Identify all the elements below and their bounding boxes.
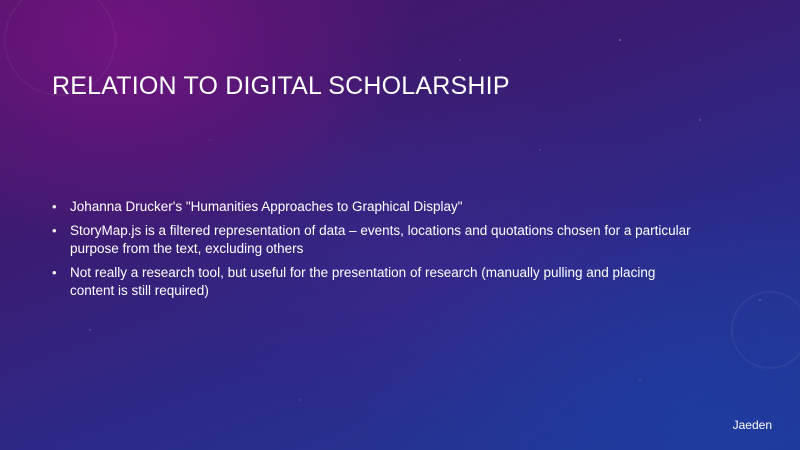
bullet-text: Not really a research tool, but useful f… — [70, 265, 656, 298]
bullet-item: • StoryMap.js is a filtered representati… — [52, 222, 692, 258]
bullet-text: StoryMap.js is a filtered representation… — [70, 223, 691, 256]
bullet-list: • Johanna Drucker's "Humanities Approach… — [52, 198, 692, 306]
star — [89, 329, 91, 331]
star — [539, 149, 541, 151]
decorative-ring — [731, 291, 800, 369]
bullet-item: • Not really a research tool, but useful… — [52, 264, 692, 300]
bullet-dot-icon: • — [52, 223, 57, 238]
star — [699, 119, 701, 121]
star — [619, 39, 621, 41]
author-name: Jaeden — [732, 418, 772, 432]
star — [299, 399, 301, 401]
star — [209, 139, 211, 141]
slide: RELATION TO DIGITAL SCHOLARSHIP • Johann… — [0, 0, 800, 450]
bullet-dot-icon: • — [52, 199, 57, 214]
star — [459, 59, 461, 61]
star — [639, 379, 641, 381]
bullet-item: • Johanna Drucker's "Humanities Approach… — [52, 198, 692, 216]
bullet-dot-icon: • — [52, 265, 57, 280]
bullet-text: Johanna Drucker's "Humanities Approaches… — [70, 199, 463, 214]
star — [759, 299, 761, 301]
slide-title: RELATION TO DIGITAL SCHOLARSHIP — [52, 72, 510, 100]
